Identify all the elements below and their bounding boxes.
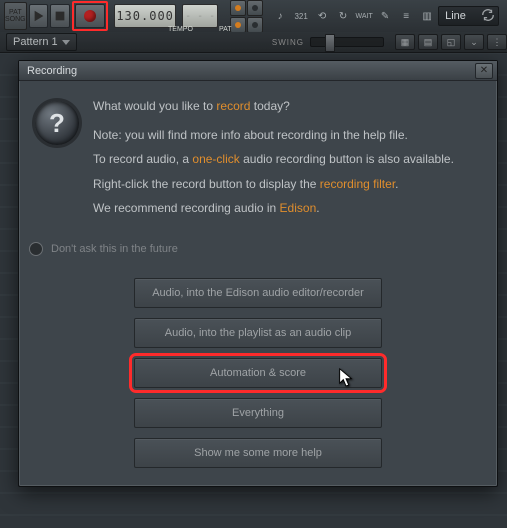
show-more-help-button[interactable]: Show me some more help [134, 438, 382, 468]
swing-slider[interactable] [310, 37, 384, 47]
dialog-title: Recording [27, 65, 77, 77]
loop-record-icon[interactable]: ↻ [334, 7, 352, 25]
indicator-dot-1[interactable] [230, 0, 246, 16]
tempo-lcd[interactable]: 130.000 [114, 4, 176, 28]
msg-line4a: Right-click the record button to display… [93, 177, 320, 191]
dont-ask-row: Don't ask this in the future [19, 236, 497, 266]
record-edison-label: Audio, into the Edison audio editor/reco… [152, 287, 364, 299]
indicator-dot-2[interactable] [247, 0, 263, 16]
dialog-titlebar[interactable]: Recording ✕ [19, 61, 497, 81]
refresh-icon[interactable] [479, 6, 497, 24]
record-everything-label: Everything [232, 407, 284, 419]
msg-line-2: Note: you will find more info about reco… [93, 126, 481, 145]
strip-tool-5[interactable]: ⋮ [487, 34, 507, 50]
chevron-down-icon [62, 40, 70, 45]
play-icon [32, 9, 46, 23]
msg-line4b: . [395, 177, 398, 191]
stop-button[interactable] [50, 4, 70, 28]
slider-icon[interactable]: ≡ [397, 7, 415, 25]
msg-question-post: today? [250, 99, 289, 113]
dialog-message: What would you like to record today? Not… [93, 97, 481, 224]
dialog-body: ? What would you like to record today? N… [19, 81, 497, 236]
msg-line5a: We recommend recording audio in [93, 201, 280, 215]
wait-icon[interactable]: WAIT [355, 7, 373, 25]
metronome-icon[interactable]: ♪ [271, 7, 289, 25]
countdown-icon[interactable]: 321 [292, 7, 310, 25]
pat-label-top: PAT [9, 9, 22, 16]
msg-line4-hl: recording filter [320, 177, 395, 191]
dont-ask-label: Don't ask this in the future [51, 243, 178, 255]
song-label-bottom: SONG [5, 16, 26, 23]
strip-tool-1[interactable]: ▦ [395, 34, 415, 50]
dont-ask-radio[interactable] [29, 242, 43, 256]
pattern-strip: Pattern 1 SWING ▦ ▤ ◱ ⌄ ⋮ [0, 32, 507, 53]
transport-toolbar: PAT SONG 130.000 TEMPO - - - PAT ♪ 321 ⟲… [0, 0, 507, 33]
record-button[interactable] [75, 4, 105, 28]
recording-dialog: Recording ✕ ? What would you like to rec… [18, 60, 498, 487]
menu-icon[interactable]: ▥ [418, 7, 436, 25]
msg-line5b: . [316, 201, 319, 215]
indicator-dots [230, 0, 263, 33]
msg-line3a: To record audio, a [93, 152, 192, 166]
record-everything-button[interactable]: Everything [134, 398, 382, 428]
close-icon: ✕ [480, 66, 488, 76]
msg-question-hl: record [216, 99, 250, 113]
record-edison-button[interactable]: Audio, into the Edison audio editor/reco… [134, 278, 382, 308]
msg-line5-hl: Edison [280, 201, 317, 215]
record-playlist-clip-button[interactable]: Audio, into the playlist as an audio cli… [134, 318, 382, 348]
msg-line3b: audio recording button is also available… [240, 152, 454, 166]
indicator-dot-4[interactable] [247, 17, 263, 33]
stop-icon [53, 9, 67, 23]
strip-tool-2[interactable]: ▤ [418, 34, 438, 50]
tool-glyph-row: ♪ 321 ⟲ ↻ WAIT ✎ ≡ ▥ [271, 7, 436, 25]
msg-question-pre: What would you like to [93, 99, 216, 113]
indicator-dot-3[interactable] [230, 17, 246, 33]
overdub-icon[interactable]: ⟲ [313, 7, 331, 25]
question-mark-icon: ? [35, 101, 79, 145]
strip-tool-3[interactable]: ◱ [441, 34, 461, 50]
record-highlight-box [72, 1, 108, 31]
strip-tool-4[interactable]: ⌄ [464, 34, 484, 50]
record-icon [84, 10, 96, 22]
pattern-selector[interactable]: Pattern 1 [6, 33, 77, 51]
pattern-lcd[interactable]: - - - [182, 4, 218, 28]
pat-song-toggle[interactable]: PAT SONG [4, 2, 27, 30]
record-automation-score-label: Automation & score [210, 367, 306, 379]
step-edit-icon[interactable]: ✎ [376, 7, 394, 25]
swing-label: SWING [272, 38, 304, 47]
pattern-selector-label: Pattern 1 [13, 36, 58, 48]
record-playlist-clip-label: Audio, into the playlist as an audio cli… [165, 327, 352, 339]
tempo-value: 130.000 [116, 9, 174, 23]
dialog-close-button[interactable]: ✕ [475, 63, 493, 79]
play-button[interactable] [29, 4, 49, 28]
dialog-button-stack: Audio, into the Edison audio editor/reco… [19, 266, 497, 486]
mouse-cursor-icon [337, 367, 355, 389]
record-automation-score-button[interactable]: Automation & score [134, 358, 382, 388]
msg-line3-hl: one-click [192, 152, 239, 166]
line-combo-label: Line [445, 10, 466, 22]
show-more-help-label: Show me some more help [194, 447, 322, 459]
